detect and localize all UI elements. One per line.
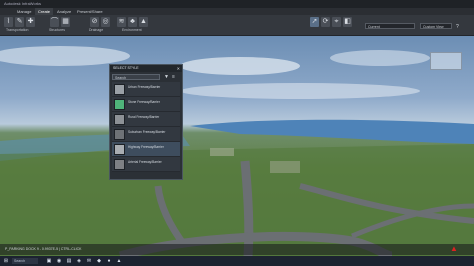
tab-present-share[interactable]: Present/Share <box>74 8 106 15</box>
style-label: Stone Freeway/Barrier <box>128 100 160 104</box>
select-tool[interactable]: ➚ <box>310 17 319 27</box>
view-dropdown[interactable]: Current <box>365 23 415 29</box>
list-view-icon[interactable]: ≡ <box>172 74 175 80</box>
mail-icon[interactable]: ✉ <box>86 258 92 264</box>
style-item[interactable]: Arterial Freeway/Barrier <box>112 157 180 172</box>
custom-view-button[interactable]: Custom View <box>420 23 452 29</box>
infraworks-icon[interactable]: ▲ <box>116 258 122 264</box>
terrain-scene <box>0 46 474 256</box>
group-environment: Environment <box>122 28 142 32</box>
close-icon[interactable]: ✕ <box>177 65 180 72</box>
style-item[interactable]: Stone Freeway/Barrier <box>112 97 180 112</box>
building-tool[interactable]: ▦ <box>61 17 70 27</box>
status-text: P_PARKING DOCK 9 - 0.9937E-5 | CTRL-CLIC… <box>5 247 82 251</box>
windows-start-icon[interactable]: ⊞ <box>3 258 9 264</box>
ribbon-tabs: Manage Create Analyze Present/Share <box>0 8 474 15</box>
help-icon[interactable]: ? <box>456 24 459 30</box>
status-bar: P_PARKING DOCK 9 - 0.9937E-5 | CTRL-CLIC… <box>0 244 474 255</box>
measure-tool[interactable]: ⌖ <box>332 17 341 27</box>
ribbon: ⌇ ✎ ✚ Transportation ⌒ ▦ Structures ⊘ ◎ … <box>0 15 474 36</box>
style-label: Urban Freeway/Barrier <box>128 85 161 89</box>
style-thumbnail <box>114 159 125 170</box>
taskbar-search[interactable]: Search <box>12 258 38 264</box>
style-thumbnail <box>114 129 125 140</box>
style-thumbnail <box>114 84 125 95</box>
title-bar: Autodesk InfraWorks <box>0 0 474 8</box>
road-tool[interactable]: ⌇ <box>4 17 13 27</box>
filter-icon[interactable]: ▼ <box>164 74 169 80</box>
tree-tool[interactable]: ♣ <box>128 17 137 27</box>
terrain-tool[interactable]: ▲ <box>139 17 148 27</box>
style-item-selected[interactable]: Highway Freeway/Barrier <box>112 142 180 157</box>
brand-logo: ▲ <box>450 244 458 253</box>
3d-viewport[interactable] <box>0 36 474 256</box>
app-icon[interactable]: ● <box>106 258 112 264</box>
search-input[interactable]: Search <box>112 74 160 80</box>
app-title: Autodesk InfraWorks <box>4 1 42 6</box>
culvert-tool[interactable]: ◎ <box>101 17 110 27</box>
folder-icon[interactable]: ▤ <box>66 258 72 264</box>
tab-manage[interactable]: Manage <box>14 8 34 15</box>
group-structures: Structures <box>49 28 65 32</box>
component-road-tool[interactable]: ✎ <box>15 17 24 27</box>
style-item[interactable]: Urban Freeway/Barrier <box>112 82 180 97</box>
river <box>190 119 474 144</box>
style-thumbnail <box>114 144 125 155</box>
tab-create[interactable]: Create <box>35 8 54 15</box>
group-drainage: Drainage <box>89 28 104 32</box>
pipe-tool[interactable]: ⊘ <box>90 17 99 27</box>
style-thumbnail <box>114 99 125 110</box>
select-style-dialog: SELECT STYLE ✕ Search ▼ ≡ Urban Freeway/… <box>109 64 183 180</box>
edge-icon[interactable]: ◉ <box>56 258 62 264</box>
style-thumbnail <box>114 114 125 125</box>
water-tool[interactable]: ≋ <box>117 17 126 27</box>
style-item[interactable]: Rural Freeway/Barrier <box>112 112 180 127</box>
style-label: Arterial Freeway/Barrier <box>128 160 162 164</box>
app-icon[interactable]: ◆ <box>96 258 102 264</box>
bridge-tool[interactable]: ⌒ <box>50 17 59 27</box>
taskbar: ⊞ Search ▣ ◉ ▤ ◈ ✉ ◆ ● ▲ <box>0 256 474 266</box>
style-label: Suburban Freeway/Barrier <box>128 130 166 134</box>
style-label: Rural Freeway/Barrier <box>128 115 160 119</box>
dialog-title: SELECT STYLE <box>110 65 182 72</box>
style-label: Highway Freeway/Barrier <box>128 145 164 149</box>
tab-analyze[interactable]: Analyze <box>54 8 74 15</box>
store-icon[interactable]: ◈ <box>76 258 82 264</box>
view-cube[interactable] <box>430 52 462 70</box>
orbit-tool[interactable]: ⟳ <box>321 17 330 27</box>
layer-tool[interactable]: ◧ <box>343 17 352 27</box>
style-item[interactable]: Suburban Freeway/Barrier <box>112 127 180 142</box>
group-transportation: Transportation <box>6 28 29 32</box>
task-view-icon[interactable]: ▣ <box>46 258 52 264</box>
intersection-tool[interactable]: ✚ <box>26 17 35 27</box>
